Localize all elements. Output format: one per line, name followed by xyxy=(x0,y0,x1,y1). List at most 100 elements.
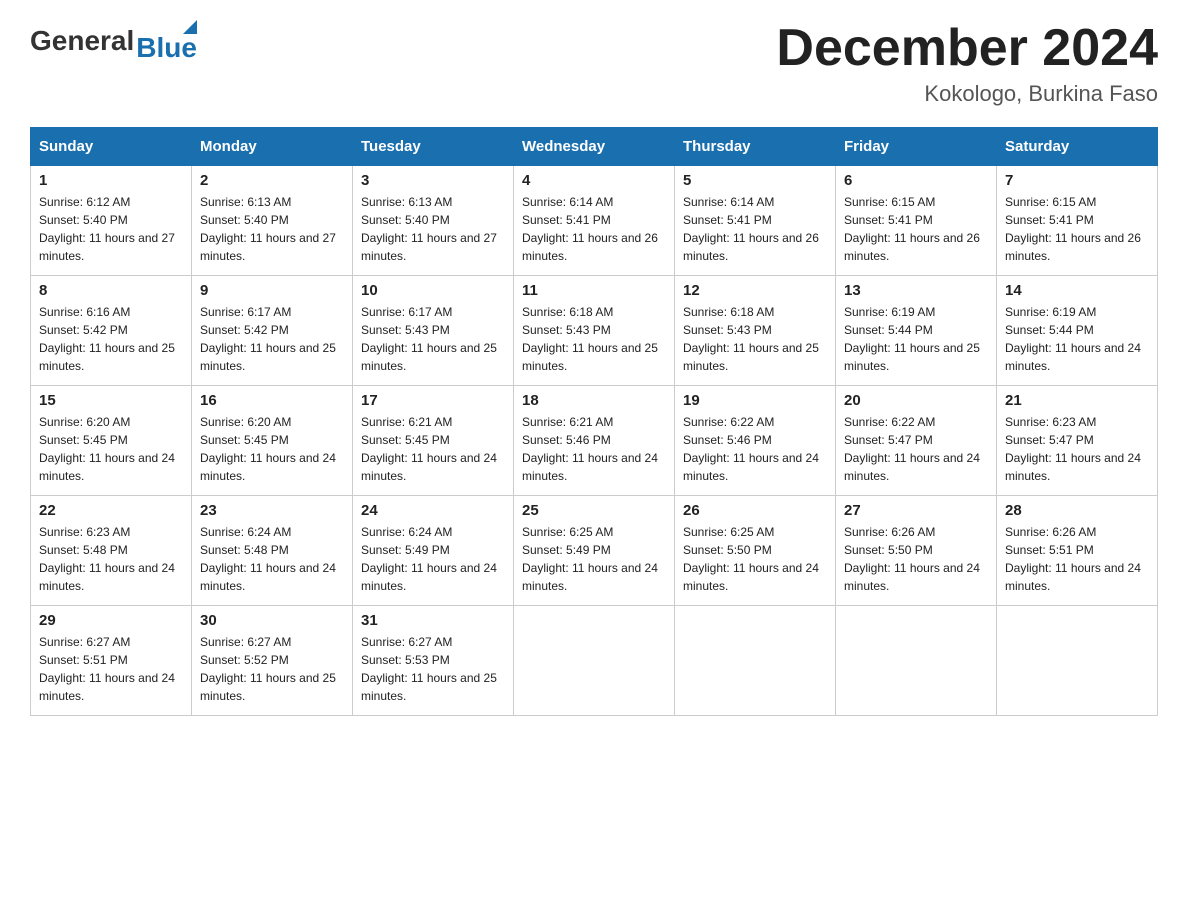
weekday-header-tuesday: Tuesday xyxy=(353,128,514,166)
weekday-header-thursday: Thursday xyxy=(675,128,836,166)
day-info: Sunrise: 6:13 AMSunset: 5:40 PMDaylight:… xyxy=(200,193,344,265)
day-info: Sunrise: 6:19 AMSunset: 5:44 PMDaylight:… xyxy=(1005,303,1149,375)
calendar-cell: 25 Sunrise: 6:25 AMSunset: 5:49 PMDayligh… xyxy=(514,496,675,606)
calendar-cell: 14 Sunrise: 6:19 AMSunset: 5:44 PMDayligh… xyxy=(997,276,1158,386)
day-number: 31 xyxy=(361,612,505,629)
calendar-cell: 10 Sunrise: 6:17 AMSunset: 5:43 PMDayligh… xyxy=(353,276,514,386)
day-number: 8 xyxy=(39,282,183,299)
logo-blue-part: Blue xyxy=(136,20,197,62)
day-number: 28 xyxy=(1005,502,1149,519)
day-number: 14 xyxy=(1005,282,1149,299)
day-info: Sunrise: 6:21 AMSunset: 5:45 PMDaylight:… xyxy=(361,413,505,485)
calendar-cell xyxy=(675,606,836,716)
calendar-cell xyxy=(836,606,997,716)
day-info: Sunrise: 6:13 AMSunset: 5:40 PMDaylight:… xyxy=(361,193,505,265)
calendar-cell: 23Sunrise: 6:24 AMSunset: 5:48 PMDayligh… xyxy=(192,496,353,606)
day-number: 5 xyxy=(683,172,827,189)
weekday-header-saturday: Saturday xyxy=(997,128,1158,166)
day-number: 2 xyxy=(200,172,344,189)
weekday-header-monday: Monday xyxy=(192,128,353,166)
day-info: Sunrise: 6:27 AMSunset: 5:51 PMDaylight:… xyxy=(39,633,183,705)
calendar-cell: 1 Sunrise: 6:12 AMSunset: 5:40 PMDaylight… xyxy=(31,166,192,276)
day-info: Sunrise: 6:14 AMSunset: 5:41 PMDaylight:… xyxy=(683,193,827,265)
day-info: Sunrise: 6:16 AMSunset: 5:42 PMDaylight:… xyxy=(39,303,183,375)
calendar-cell: 21 Sunrise: 6:23 AMSunset: 5:47 PMDayligh… xyxy=(997,386,1158,496)
day-info: Sunrise: 6:25 AMSunset: 5:49 PMDaylight:… xyxy=(522,523,666,595)
calendar-cell: 12 Sunrise: 6:18 AMSunset: 5:43 PMDayligh… xyxy=(675,276,836,386)
calendar-cell: 18Sunrise: 6:21 AMSunset: 5:46 PMDayligh… xyxy=(514,386,675,496)
day-number: 1 xyxy=(39,172,183,189)
day-number: 29 xyxy=(39,612,183,629)
day-info: Sunrise: 6:24 AMSunset: 5:48 PMDaylight:… xyxy=(200,523,344,595)
calendar-cell: 7 Sunrise: 6:15 AMSunset: 5:41 PMDaylight… xyxy=(997,166,1158,276)
calendar-cell: 4 Sunrise: 6:14 AMSunset: 5:41 PMDaylight… xyxy=(514,166,675,276)
day-number: 13 xyxy=(844,282,988,299)
day-info: Sunrise: 6:27 AMSunset: 5:53 PMDaylight:… xyxy=(361,633,505,705)
day-info: Sunrise: 6:27 AMSunset: 5:52 PMDaylight:… xyxy=(200,633,344,705)
week-row-3: 15 Sunrise: 6:20 AMSunset: 5:45 PMDayligh… xyxy=(31,386,1158,496)
calendar-cell: 5 Sunrise: 6:14 AMSunset: 5:41 PMDaylight… xyxy=(675,166,836,276)
day-number: 3 xyxy=(361,172,505,189)
calendar-cell: 28Sunrise: 6:26 AMSunset: 5:51 PMDayligh… xyxy=(997,496,1158,606)
day-info: Sunrise: 6:18 AMSunset: 5:43 PMDaylight:… xyxy=(522,303,666,375)
calendar-cell: 26Sunrise: 6:25 AMSunset: 5:50 PMDayligh… xyxy=(675,496,836,606)
day-info: Sunrise: 6:15 AMSunset: 5:41 PMDaylight:… xyxy=(844,193,988,265)
day-info: Sunrise: 6:24 AMSunset: 5:49 PMDaylight:… xyxy=(361,523,505,595)
logo-general-text: General xyxy=(30,25,134,57)
day-info: Sunrise: 6:15 AMSunset: 5:41 PMDaylight:… xyxy=(1005,193,1149,265)
day-info: Sunrise: 6:23 AMSunset: 5:48 PMDaylight:… xyxy=(39,523,183,595)
calendar-cell: 24Sunrise: 6:24 AMSunset: 5:49 PMDayligh… xyxy=(353,496,514,606)
weekday-header-row: SundayMondayTuesdayWednesdayThursdayFrid… xyxy=(31,128,1158,166)
day-info: Sunrise: 6:25 AMSunset: 5:50 PMDaylight:… xyxy=(683,523,827,595)
week-row-4: 22 Sunrise: 6:23 AMSunset: 5:48 PMDayligh… xyxy=(31,496,1158,606)
day-number: 6 xyxy=(844,172,988,189)
day-number: 12 xyxy=(683,282,827,299)
calendar-cell xyxy=(514,606,675,716)
day-info: Sunrise: 6:17 AMSunset: 5:43 PMDaylight:… xyxy=(361,303,505,375)
weekday-header-wednesday: Wednesday xyxy=(514,128,675,166)
day-number: 4 xyxy=(522,172,666,189)
calendar-cell: 16 Sunrise: 6:20 AMSunset: 5:45 PMDayligh… xyxy=(192,386,353,496)
week-row-1: 1 Sunrise: 6:12 AMSunset: 5:40 PMDaylight… xyxy=(31,166,1158,276)
calendar-cell: 13 Sunrise: 6:19 AMSunset: 5:44 PMDayligh… xyxy=(836,276,997,386)
calendar-cell: 19 Sunrise: 6:22 AMSunset: 5:46 PMDayligh… xyxy=(675,386,836,496)
day-info: Sunrise: 6:22 AMSunset: 5:46 PMDaylight:… xyxy=(683,413,827,485)
calendar-cell: 31 Sunrise: 6:27 AMSunset: 5:53 PMDayligh… xyxy=(353,606,514,716)
calendar-cell xyxy=(997,606,1158,716)
day-info: Sunrise: 6:12 AMSunset: 5:40 PMDaylight:… xyxy=(39,193,183,265)
day-info: Sunrise: 6:18 AMSunset: 5:43 PMDaylight:… xyxy=(683,303,827,375)
weekday-header-friday: Friday xyxy=(836,128,997,166)
day-number: 15 xyxy=(39,392,183,409)
day-number: 11 xyxy=(522,282,666,299)
week-row-5: 29 Sunrise: 6:27 AMSunset: 5:51 PMDayligh… xyxy=(31,606,1158,716)
day-info: Sunrise: 6:23 AMSunset: 5:47 PMDaylight:… xyxy=(1005,413,1149,485)
calendar-cell: 6 Sunrise: 6:15 AMSunset: 5:41 PMDaylight… xyxy=(836,166,997,276)
calendar-cell: 2 Sunrise: 6:13 AMSunset: 5:40 PMDaylight… xyxy=(192,166,353,276)
day-number: 20 xyxy=(844,392,988,409)
day-number: 16 xyxy=(200,392,344,409)
day-number: 25 xyxy=(522,502,666,519)
day-number: 7 xyxy=(1005,172,1149,189)
day-info: Sunrise: 6:20 AMSunset: 5:45 PMDaylight:… xyxy=(200,413,344,485)
calendar-cell: 8 Sunrise: 6:16 AMSunset: 5:42 PMDaylight… xyxy=(31,276,192,386)
day-info: Sunrise: 6:22 AMSunset: 5:47 PMDaylight:… xyxy=(844,413,988,485)
title-block: December 2024 Kokologo, Burkina Faso xyxy=(776,20,1158,107)
month-title: December 2024 xyxy=(776,20,1158,77)
page-header: General Blue December 2024 Kokologo, Bur… xyxy=(30,20,1158,107)
logo: General Blue xyxy=(30,20,197,62)
day-info: Sunrise: 6:20 AMSunset: 5:45 PMDaylight:… xyxy=(39,413,183,485)
day-number: 22 xyxy=(39,502,183,519)
day-info: Sunrise: 6:19 AMSunset: 5:44 PMDaylight:… xyxy=(844,303,988,375)
day-number: 21 xyxy=(1005,392,1149,409)
day-number: 19 xyxy=(683,392,827,409)
calendar-cell: 29 Sunrise: 6:27 AMSunset: 5:51 PMDayligh… xyxy=(31,606,192,716)
week-row-2: 8 Sunrise: 6:16 AMSunset: 5:42 PMDaylight… xyxy=(31,276,1158,386)
day-info: Sunrise: 6:26 AMSunset: 5:50 PMDaylight:… xyxy=(844,523,988,595)
day-number: 17 xyxy=(361,392,505,409)
day-info: Sunrise: 6:21 AMSunset: 5:46 PMDaylight:… xyxy=(522,413,666,485)
day-number: 10 xyxy=(361,282,505,299)
calendar-cell: 30 Sunrise: 6:27 AMSunset: 5:52 PMDayligh… xyxy=(192,606,353,716)
calendar-cell: 22 Sunrise: 6:23 AMSunset: 5:48 PMDayligh… xyxy=(31,496,192,606)
day-info: Sunrise: 6:14 AMSunset: 5:41 PMDaylight:… xyxy=(522,193,666,265)
day-number: 30 xyxy=(200,612,344,629)
